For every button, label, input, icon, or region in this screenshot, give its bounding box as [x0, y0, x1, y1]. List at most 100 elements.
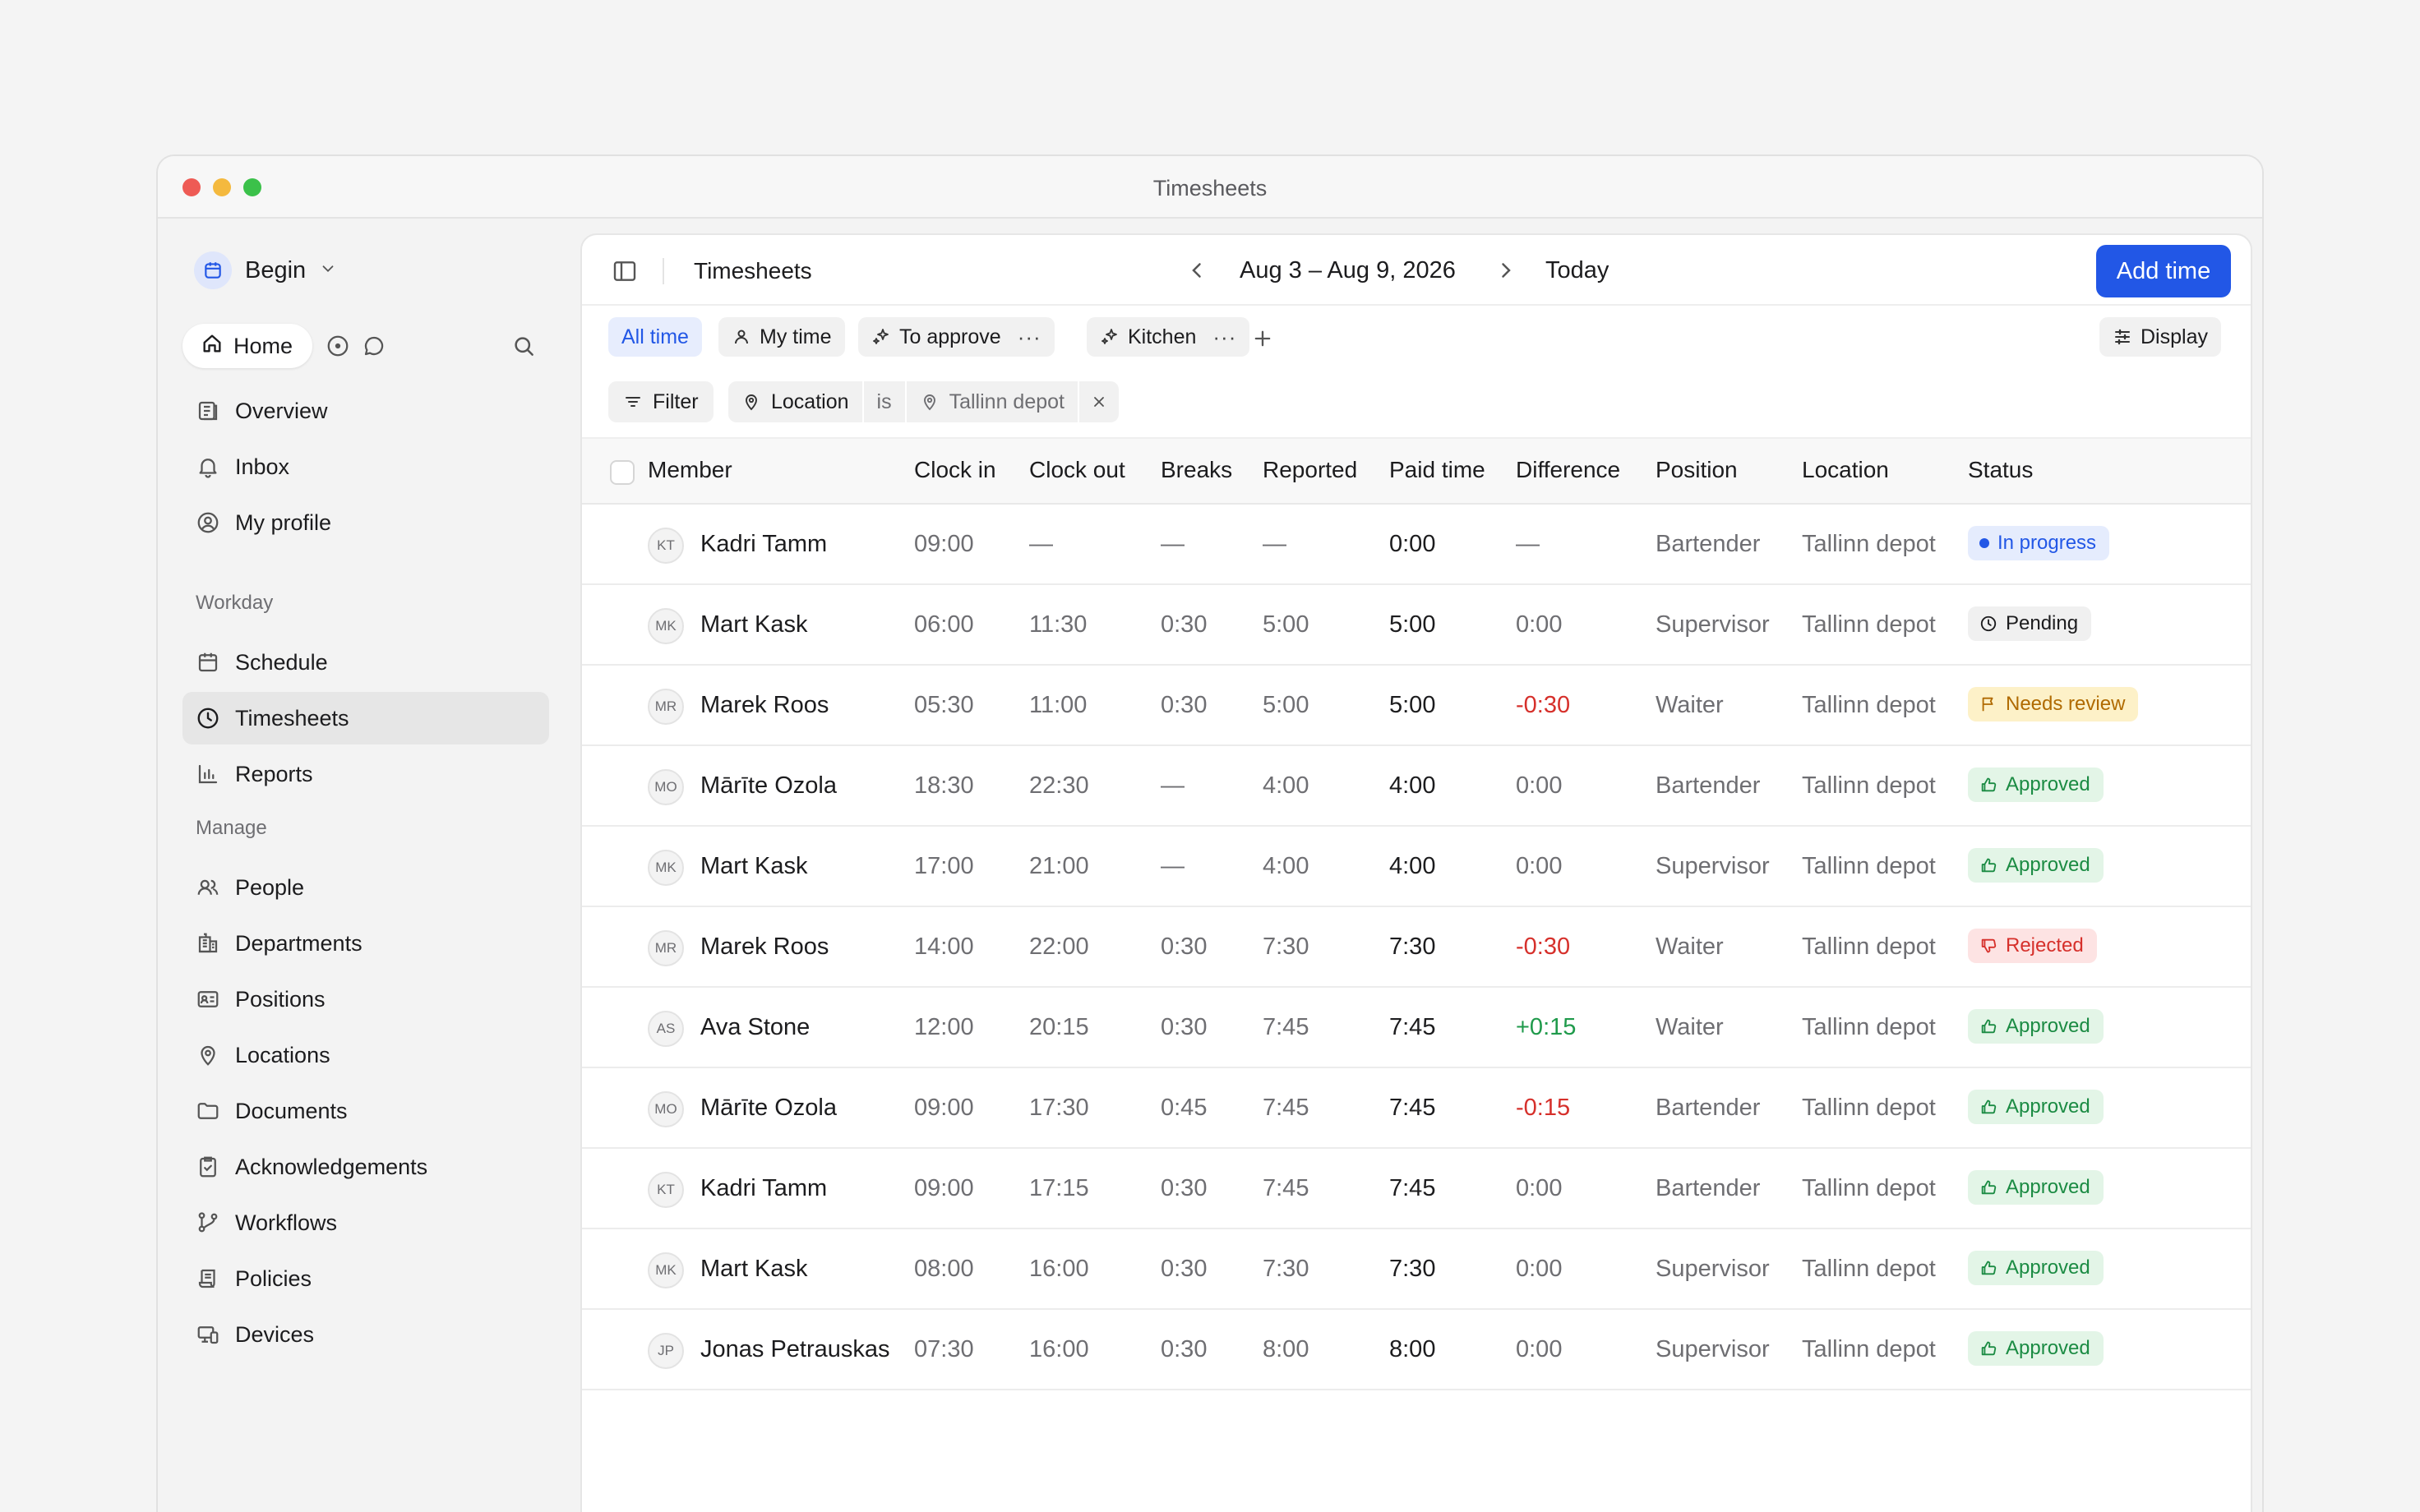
- column-breaks[interactable]: Breaks: [1161, 457, 1232, 483]
- tab-all-time[interactable]: All time: [608, 317, 702, 357]
- avatar: KT: [648, 528, 684, 564]
- select-all-checkbox[interactable]: [610, 460, 635, 485]
- sidebar-item-positions[interactable]: Positions: [182, 973, 549, 1026]
- home-button[interactable]: Home: [182, 324, 313, 368]
- column-paid-time[interactable]: Paid time: [1389, 457, 1485, 483]
- column-difference[interactable]: Difference: [1516, 457, 1620, 483]
- table-row[interactable]: JP Jonas Petrauskas 07:30 16:00 0:30 8:00 8:00…: [582, 1310, 2251, 1390]
- search-icon[interactable]: [511, 334, 536, 358]
- status-label: Approved: [2006, 1337, 2090, 1359]
- cell-clock-out: 11:30: [1029, 611, 1088, 638]
- table-row[interactable]: KT Kadri Tamm 09:00 17:15 0:30 7:45 7:45 0:00 Ba…: [582, 1149, 2251, 1229]
- table-row[interactable]: MO Mārīte Ozola 09:00 17:30 0:45 7:45 7:45 -0:1…: [582, 1068, 2251, 1149]
- chat-icon[interactable]: [362, 334, 386, 358]
- sidebar-item-people[interactable]: People: [182, 861, 549, 914]
- status-badge[interactable]: Approved: [1968, 768, 2104, 802]
- next-week-button[interactable]: [1493, 258, 1517, 287]
- column-position[interactable]: Position: [1656, 457, 1738, 483]
- status-badge[interactable]: Approved: [1968, 1170, 2104, 1205]
- display-button[interactable]: Display: [2099, 317, 2221, 357]
- table-row[interactable]: AS Ava Stone 12:00 20:15 0:30 7:45 7:45 +0:15 Wa…: [582, 988, 2251, 1068]
- table-row[interactable]: KT Kadri Tamm 09:00 — — — 0:00 — Bartender Tallin…: [582, 505, 2251, 585]
- add-view-icon[interactable]: [1251, 327, 1274, 354]
- table-row[interactable]: MK Mart Kask 08:00 16:00 0:30 7:30 7:30 0:00 Sup…: [582, 1229, 2251, 1310]
- sidebar-item-workflows[interactable]: Workflows: [182, 1196, 549, 1249]
- cell-clock-out: 17:15: [1029, 1175, 1089, 1201]
- member-name[interactable]: Mart Kask: [700, 611, 808, 638]
- cell-difference: 0:00: [1516, 1256, 1563, 1282]
- status-badge[interactable]: Approved: [1968, 1009, 2104, 1044]
- filter-button[interactable]: Filter: [608, 381, 714, 422]
- more-options-icon[interactable]: ···: [1212, 325, 1236, 350]
- cell-paid: 7:45: [1389, 1014, 1436, 1040]
- member-name[interactable]: Ava Stone: [700, 1014, 810, 1041]
- column-clock-in[interactable]: Clock in: [914, 457, 996, 483]
- table-row[interactable]: MK Mart Kask 06:00 11:30 0:30 5:00 5:00 0:00 Sup…: [582, 585, 2251, 666]
- status-badge[interactable]: Approved: [1968, 1090, 2104, 1124]
- sidebar-item-policies[interactable]: Policies: [182, 1252, 549, 1305]
- sidebar-item-departments[interactable]: Departments: [182, 917, 549, 970]
- close-icon: [1094, 397, 1104, 407]
- status-badge[interactable]: Rejected: [1968, 929, 2097, 963]
- filter-bar: Filter Location is Tallinn depot: [582, 371, 2251, 436]
- filter-value[interactable]: Tallinn depot: [907, 381, 1079, 422]
- sidebar-item-reports[interactable]: Reports: [182, 748, 549, 800]
- filter-operator[interactable]: is: [864, 381, 907, 422]
- member-name[interactable]: Mart Kask: [700, 1256, 808, 1283]
- table-row[interactable]: MR Marek Roos 05:30 11:00 0:30 5:00 5:00 -0:30 W…: [582, 666, 2251, 746]
- cell-breaks: 0:30: [1161, 1014, 1208, 1040]
- member-name[interactable]: Mart Kask: [700, 853, 808, 880]
- sidebar-item-timesheets[interactable]: Timesheets: [182, 692, 549, 744]
- sidebar-item-label: Positions: [235, 986, 326, 1012]
- remove-filter-button[interactable]: [1079, 381, 1119, 422]
- member-name[interactable]: Marek Roos: [700, 933, 829, 961]
- status-badge[interactable]: Approved: [1968, 1251, 2104, 1285]
- table-row[interactable]: MO Mārīte Ozola 18:30 22:30 — 4:00 4:00 0:00 Bar…: [582, 746, 2251, 827]
- avatar: MK: [648, 850, 684, 886]
- column-status[interactable]: Status: [1968, 457, 2033, 483]
- tab-to-approve[interactable]: To approve ···: [858, 317, 1055, 357]
- member-name[interactable]: Mārīte Ozola: [700, 1095, 837, 1122]
- status-badge[interactable]: Pending: [1968, 606, 2092, 641]
- column-clock-out[interactable]: Clock out: [1029, 457, 1125, 483]
- table-row[interactable]: MK Mart Kask 17:00 21:00 — 4:00 4:00 0:00 Superv…: [582, 827, 2251, 907]
- add-time-button[interactable]: Add time: [2096, 245, 2231, 297]
- sidebar-item-my-profile[interactable]: My profile: [182, 496, 549, 549]
- table-row[interactable]: MR Marek Roos 14:00 22:00 0:30 7:30 7:30 -0:30 W…: [582, 907, 2251, 988]
- cell-paid: 7:45: [1389, 1175, 1436, 1201]
- workspace-switcher[interactable]: Begin: [194, 251, 337, 289]
- member-name[interactable]: Jonas Petrauskas: [700, 1336, 890, 1363]
- cell-clock-out: 22:00: [1029, 933, 1089, 960]
- cell-location: Tallinn depot: [1802, 1256, 1936, 1282]
- sidebar-item-locations[interactable]: Locations: [182, 1029, 549, 1081]
- member-name[interactable]: Kadri Tamm: [700, 1175, 827, 1202]
- activity-icon[interactable]: [326, 334, 350, 358]
- column-reported[interactable]: Reported: [1263, 457, 1357, 483]
- sidebar-toggle-icon[interactable]: [612, 258, 638, 288]
- date-range-label[interactable]: Aug 3 – Aug 9, 2026: [1240, 257, 1456, 284]
- column-location[interactable]: Location: [1802, 457, 1889, 483]
- tab-kitchen[interactable]: Kitchen ···: [1087, 317, 1250, 357]
- column-member[interactable]: Member: [648, 457, 732, 483]
- status-badge[interactable]: In progress: [1968, 526, 2110, 560]
- more-options-icon[interactable]: ···: [1018, 325, 1041, 350]
- sidebar-toolbar: Home: [182, 324, 544, 368]
- sidebar-item-schedule[interactable]: Schedule: [182, 636, 549, 689]
- previous-week-button[interactable]: [1185, 258, 1210, 287]
- sidebar-item-documents[interactable]: Documents: [182, 1085, 549, 1137]
- workflow-icon: [198, 1212, 218, 1233]
- sidebar-item-inbox[interactable]: Inbox: [182, 440, 549, 493]
- member-name[interactable]: Marek Roos: [700, 692, 829, 719]
- status-badge[interactable]: Approved: [1968, 1331, 2104, 1366]
- status-badge[interactable]: Approved: [1968, 848, 2104, 883]
- sidebar-item-acknowledgements[interactable]: Acknowledgements: [182, 1141, 549, 1193]
- member-name[interactable]: Kadri Tamm: [700, 531, 827, 558]
- status-badge[interactable]: Needs review: [1968, 687, 2139, 721]
- cell-position: Bartender: [1656, 1175, 1761, 1201]
- sidebar-item-devices[interactable]: Devices: [182, 1308, 549, 1361]
- filter-field[interactable]: Location: [728, 381, 864, 422]
- member-name[interactable]: Mārīte Ozola: [700, 772, 837, 800]
- sidebar-item-overview[interactable]: Overview: [182, 385, 549, 437]
- tab-my-time[interactable]: My time: [718, 317, 845, 357]
- today-button[interactable]: Today: [1545, 257, 1609, 284]
